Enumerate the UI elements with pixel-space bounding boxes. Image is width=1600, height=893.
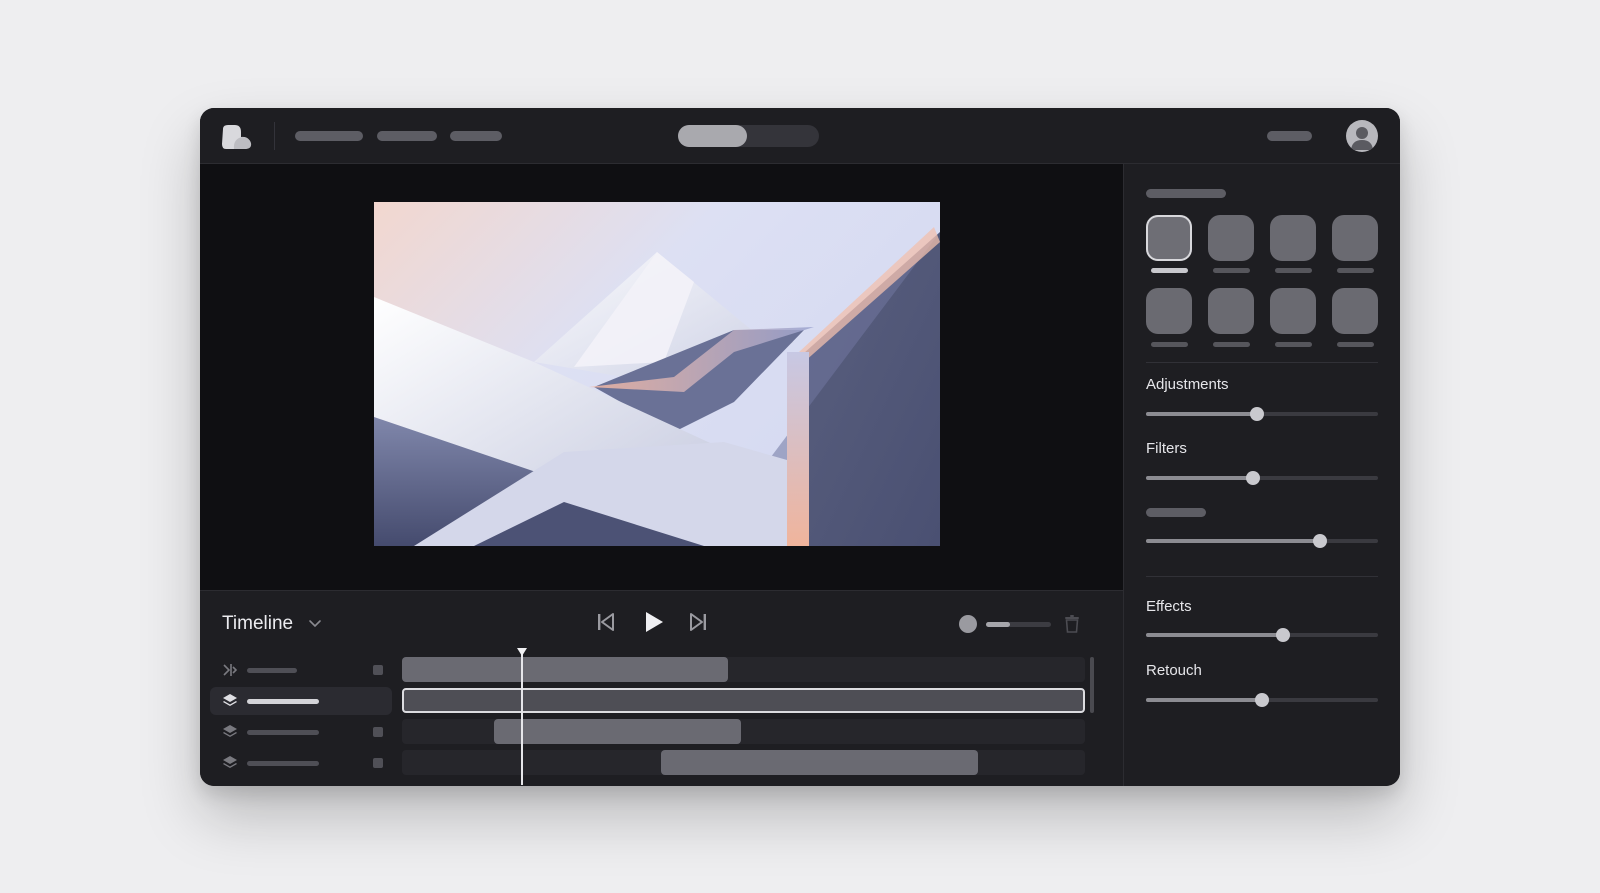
retouch-label: Retouch (1146, 662, 1202, 679)
properties-panel: Adjustments Filters Effects Retouch (1124, 164, 1400, 786)
preset-thumbnail-5[interactable] (1146, 288, 1192, 334)
layers-icon (223, 694, 237, 706)
record-icon[interactable] (959, 615, 977, 633)
preset-caption-5 (1151, 342, 1188, 347)
preset-caption-3 (1275, 268, 1312, 273)
track-row-1[interactable] (210, 656, 392, 684)
layers-icon (223, 756, 237, 768)
track-row-2[interactable] (210, 687, 392, 715)
skip-back-icon[interactable] (596, 612, 616, 632)
clip-selected[interactable] (402, 688, 1085, 713)
track-toggle[interactable] (373, 758, 383, 768)
preset-caption-2 (1213, 268, 1250, 273)
chevron-down-icon[interactable] (308, 618, 322, 628)
top-bar (200, 108, 1400, 164)
panel-divider (1146, 576, 1378, 577)
preset-caption-1 (1151, 268, 1188, 273)
preset-caption-8 (1337, 342, 1374, 347)
track-toggle[interactable] (373, 665, 383, 675)
view-mode-toggle-active[interactable] (678, 125, 747, 147)
track-lane-2 (402, 688, 1085, 713)
panel-heading (1146, 189, 1226, 198)
effects-label: Effects (1146, 598, 1192, 615)
playhead[interactable] (521, 649, 523, 785)
preset-thumbnail-2[interactable] (1208, 215, 1254, 261)
user-avatar-icon[interactable] (1346, 120, 1378, 152)
track-toggle[interactable] (373, 727, 383, 737)
clip[interactable] (402, 657, 728, 682)
track-row-3[interactable] (210, 718, 392, 746)
playhead-handle-icon[interactable] (516, 647, 528, 657)
trash-icon[interactable] (1064, 615, 1080, 633)
effects-slider[interactable] (1146, 628, 1378, 642)
track-lane-4 (402, 750, 1085, 775)
slider-handle[interactable] (1313, 534, 1327, 548)
slider-handle[interactable] (1250, 407, 1265, 421)
preset-thumbnail-6[interactable] (1208, 288, 1254, 334)
account-menu-item[interactable] (1267, 131, 1312, 141)
skip-forward-icon[interactable] (688, 612, 708, 632)
panel-divider (1146, 362, 1378, 363)
retouch-slider[interactable] (1146, 693, 1378, 707)
slider-handle[interactable] (1245, 471, 1260, 485)
app-logo-icon[interactable] (220, 123, 254, 151)
preset-thumbnail-4[interactable] (1332, 215, 1378, 261)
adjustments-label: Adjustments (1146, 376, 1229, 393)
menu-item-1[interactable] (295, 131, 363, 141)
layers-icon (223, 725, 237, 737)
menu-item-2[interactable] (377, 131, 437, 141)
track-name (247, 730, 319, 735)
timeline-panel: Timeline (200, 590, 1124, 786)
menu-item-3[interactable] (450, 131, 502, 141)
slider-handle[interactable] (1275, 628, 1290, 642)
preset-caption-7 (1275, 342, 1312, 347)
preset-thumbnail-7[interactable] (1270, 288, 1316, 334)
track-lane-1 (402, 657, 1085, 682)
track-lane-3 (402, 719, 1085, 744)
track-name (247, 699, 319, 704)
timeline-scrollbar[interactable] (1090, 657, 1094, 713)
filters-label: Filters (1146, 440, 1187, 457)
editor-window: Adjustments Filters Effects Retouch Time… (200, 108, 1400, 786)
filters-slider[interactable] (1146, 471, 1378, 485)
unlabeled-slider[interactable] (1146, 534, 1378, 548)
track-row-4[interactable] (210, 749, 392, 777)
clip[interactable] (661, 750, 978, 775)
preset-thumbnail-8[interactable] (1332, 288, 1378, 334)
transition-icon (223, 664, 238, 676)
view-mode-toggle[interactable] (678, 125, 819, 147)
preview-canvas (200, 164, 1124, 590)
preset-thumbnail-3[interactable] (1270, 215, 1316, 261)
topbar-divider (274, 122, 275, 150)
volume-slider[interactable] (986, 622, 1051, 627)
slider-handle[interactable] (1255, 693, 1269, 707)
adjustments-slider[interactable] (1146, 407, 1378, 421)
track-name (247, 761, 319, 766)
preset-thumbnail-1[interactable] (1146, 215, 1192, 261)
timeline-title[interactable]: Timeline (222, 613, 293, 635)
preset-caption-4 (1337, 268, 1374, 273)
track-name (247, 668, 297, 673)
clip[interactable] (494, 719, 741, 744)
preset-caption-6 (1213, 342, 1250, 347)
play-icon[interactable] (643, 610, 665, 634)
canvas-image (374, 202, 940, 546)
unlabeled-setting-label (1146, 508, 1206, 517)
